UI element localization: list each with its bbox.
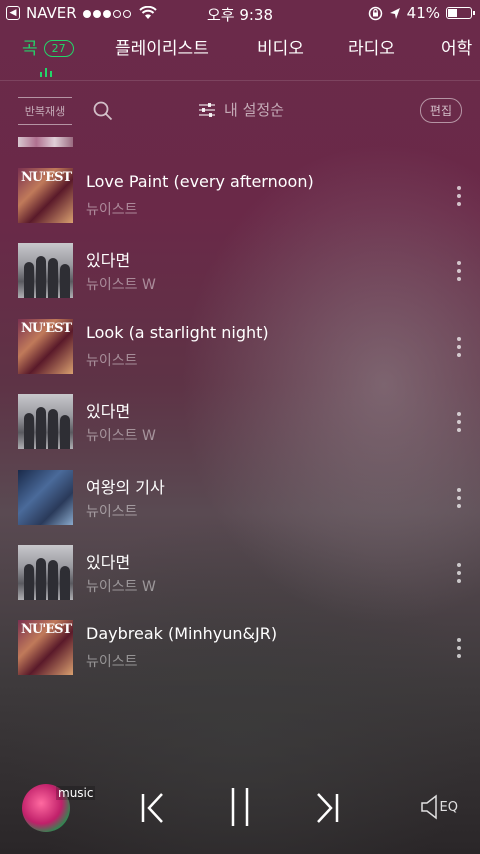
sliders-icon bbox=[199, 102, 215, 117]
list-item[interactable]: 있다면 뉴이스트 W bbox=[0, 394, 480, 450]
song-artist: 뉴이스트 bbox=[86, 353, 138, 369]
pause-icon[interactable] bbox=[229, 786, 251, 828]
tabs-divider bbox=[0, 80, 480, 81]
song-title: Daybreak (Minhyun&JR) bbox=[86, 624, 278, 643]
battery-icon bbox=[446, 7, 475, 19]
song-title: 있다면 bbox=[86, 402, 131, 421]
now-playing-equalizer-icon bbox=[40, 68, 52, 77]
album-cover bbox=[18, 470, 73, 525]
previous-track-icon[interactable] bbox=[140, 792, 166, 824]
sort-label: 내 설정순 bbox=[224, 101, 284, 119]
speaker-icon bbox=[420, 794, 437, 820]
more-options-icon[interactable] bbox=[456, 337, 462, 357]
tab-videos[interactable]: 비디오 bbox=[257, 34, 304, 59]
song-title: 있다면 bbox=[86, 251, 131, 270]
song-title: 여왕의 기사 bbox=[86, 478, 165, 497]
sort-button[interactable]: 내 설정순 bbox=[198, 99, 284, 120]
song-title: 있다면 bbox=[86, 553, 131, 572]
album-cover: NU'EST bbox=[18, 168, 73, 223]
category-tabs: 곡 27 플레이리스트 비디오 라디오 어학 bbox=[0, 34, 480, 77]
battery-percent: 41% bbox=[406, 4, 440, 22]
album-cover bbox=[18, 394, 73, 449]
song-artist: 뉴이스트 W bbox=[86, 579, 156, 595]
music-label: music bbox=[56, 786, 96, 800]
more-options-icon[interactable] bbox=[456, 412, 462, 432]
next-track-icon[interactable] bbox=[314, 792, 340, 824]
song-count-badge: 27 bbox=[43, 40, 74, 57]
list-item[interactable]: NU'EST Love Paint (every afternoon) 뉴이스트 bbox=[0, 168, 480, 224]
more-options-icon[interactable] bbox=[456, 488, 462, 508]
song-title: Love Paint (every afternoon) bbox=[86, 172, 314, 191]
rotation-lock-icon bbox=[368, 6, 382, 20]
album-cover: NU'EST bbox=[18, 319, 73, 374]
mini-player: music EQ bbox=[0, 764, 480, 854]
tab-label: 곡 bbox=[22, 39, 38, 59]
eq-button[interactable]: EQ bbox=[420, 794, 458, 820]
album-cover: NU'EST bbox=[18, 620, 73, 675]
list-item[interactable]: 여왕의 기사 뉴이스트 bbox=[0, 470, 480, 526]
list-item[interactable]: 있다면 뉴이스트 W bbox=[0, 545, 480, 601]
song-artist: 뉴이스트 W bbox=[86, 428, 156, 444]
more-options-icon[interactable] bbox=[456, 638, 462, 658]
album-cover bbox=[18, 243, 73, 298]
search-icon[interactable] bbox=[92, 100, 114, 122]
list-item[interactable]: NU'EST Look (a starlight night) 뉴이스트 bbox=[0, 319, 480, 375]
tab-language[interactable]: 어학 bbox=[441, 34, 472, 59]
list-item[interactable]: 있다면 뉴이스트 W bbox=[0, 243, 480, 299]
location-icon bbox=[389, 7, 400, 19]
repeat-play-button[interactable]: 반복재생 bbox=[18, 97, 72, 125]
album-cover-text: NU'EST bbox=[21, 622, 72, 637]
album-cover-text: NU'EST bbox=[21, 170, 72, 185]
song-artist: 뉴이스트 W bbox=[86, 277, 156, 293]
song-artist: 뉴이스트 bbox=[86, 202, 138, 218]
song-artist: 뉴이스트 bbox=[86, 654, 138, 670]
eq-label: EQ bbox=[439, 799, 458, 815]
more-options-icon[interactable] bbox=[456, 563, 462, 583]
more-options-icon[interactable] bbox=[456, 261, 462, 281]
status-bar: ◀ NAVER 오후 9:38 41% bbox=[0, 0, 480, 26]
list-toolbar: 반복재생 내 설정순 편집 bbox=[0, 94, 480, 128]
partially-visible-album-cover bbox=[18, 137, 73, 147]
song-title: Look (a starlight night) bbox=[86, 323, 269, 342]
album-cover-text: NU'EST bbox=[21, 321, 72, 336]
song-artist: 뉴이스트 bbox=[86, 504, 138, 520]
tab-songs[interactable]: 곡 27 bbox=[22, 34, 74, 59]
list-item[interactable]: NU'EST Daybreak (Minhyun&JR) 뉴이스트 bbox=[0, 620, 480, 676]
more-options-icon[interactable] bbox=[456, 186, 462, 206]
tab-radio[interactable]: 라디오 bbox=[348, 34, 395, 59]
tab-playlists[interactable]: 플레이리스트 bbox=[115, 34, 209, 59]
edit-button[interactable]: 편집 bbox=[419, 98, 462, 123]
album-cover bbox=[18, 545, 73, 600]
